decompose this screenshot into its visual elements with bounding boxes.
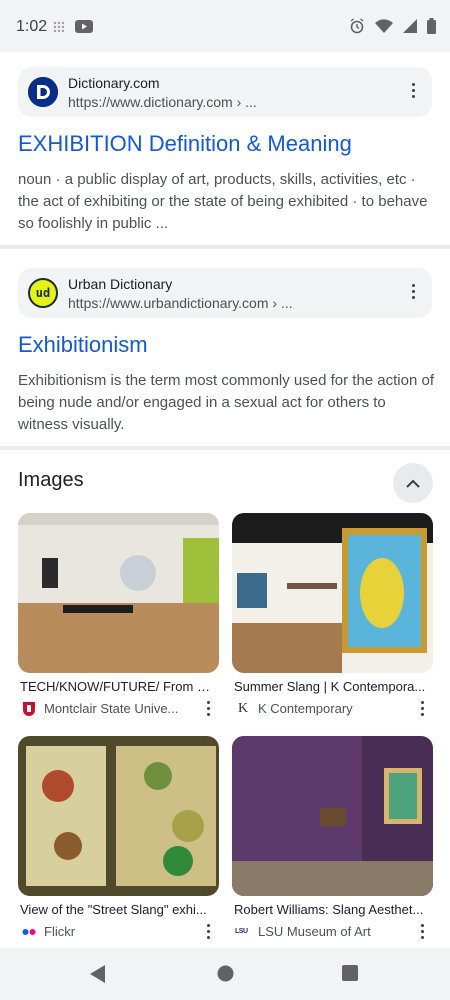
more-options-icon[interactable] xyxy=(408,284,418,302)
result-title-link[interactable]: Exhibitionism xyxy=(18,332,148,358)
battery-icon xyxy=(427,18,436,34)
lsu-logo-icon: LSU xyxy=(235,928,248,935)
signal-icon xyxy=(403,19,417,33)
status-time: 1:02 xyxy=(16,18,48,35)
more-options-icon[interactable] xyxy=(417,924,427,942)
divider xyxy=(0,245,450,249)
more-options-icon[interactable] xyxy=(203,701,213,719)
gallery-thumbnail[interactable] xyxy=(232,513,433,673)
site-name: Dictionary.com xyxy=(68,75,160,91)
status-bar: 1:02 xyxy=(0,0,450,52)
montclair-logo-icon xyxy=(23,702,35,716)
result-snippet: Exhibitionism is the term most commonly … xyxy=(18,372,435,433)
gallery-thumbnail[interactable] xyxy=(232,736,433,896)
more-options-icon[interactable] xyxy=(203,924,213,942)
wifi-icon xyxy=(375,19,393,33)
dictionary-logo-icon xyxy=(28,77,58,107)
youtube-icon xyxy=(75,20,93,33)
more-options-icon[interactable] xyxy=(408,83,418,101)
site-card[interactable]: ud Urban Dictionary https://www.urbandic… xyxy=(18,268,432,318)
image-title: Summer Slang | K Contempora... xyxy=(234,679,426,694)
image-source: Montclair State Unive... xyxy=(44,701,179,716)
site-url: https://www.dictionary.com › ... xyxy=(68,94,257,110)
image-title: View of the "Street Slang" exhi... xyxy=(20,902,207,917)
gallery-thumbnail[interactable] xyxy=(18,736,219,896)
back-icon[interactable] xyxy=(89,964,107,984)
recents-icon[interactable] xyxy=(342,965,358,981)
site-card[interactable]: Dictionary.com https://www.dictionary.co… xyxy=(18,67,432,117)
alarm-icon xyxy=(350,18,364,34)
flickr-logo-icon xyxy=(22,929,36,935)
images-heading: Images xyxy=(18,469,84,491)
image-source: LSU Museum of Art xyxy=(258,924,371,939)
image-title: TECH/KNOW/FUTURE/ From Sl... xyxy=(20,679,215,694)
collapse-images-button[interactable] xyxy=(393,463,433,503)
site-url: https://www.urbandictionary.com › ... xyxy=(68,295,293,311)
chevron-up-icon xyxy=(406,479,420,488)
logo-text: ud xyxy=(35,286,51,300)
site-name: Urban Dictionary xyxy=(68,276,173,292)
divider xyxy=(0,446,450,450)
image-source: Flickr xyxy=(44,924,76,939)
gallery-thumbnail[interactable] xyxy=(18,513,219,673)
more-options-icon[interactable] xyxy=(417,701,427,719)
result-snippet: noun · a public display of art, products… xyxy=(18,171,428,232)
image-source: K Contemporary xyxy=(258,701,353,716)
image-title: Robert Williams: Slang Aesthet... xyxy=(234,902,424,917)
urban-dictionary-logo-icon: ud xyxy=(28,278,58,308)
grid-icon xyxy=(53,21,65,32)
system-nav-bar xyxy=(0,948,450,1000)
result-title-link[interactable]: EXHIBITION Definition & Meaning xyxy=(18,131,352,157)
k-contemporary-logo-icon: K xyxy=(237,701,249,716)
home-icon[interactable] xyxy=(217,965,234,982)
